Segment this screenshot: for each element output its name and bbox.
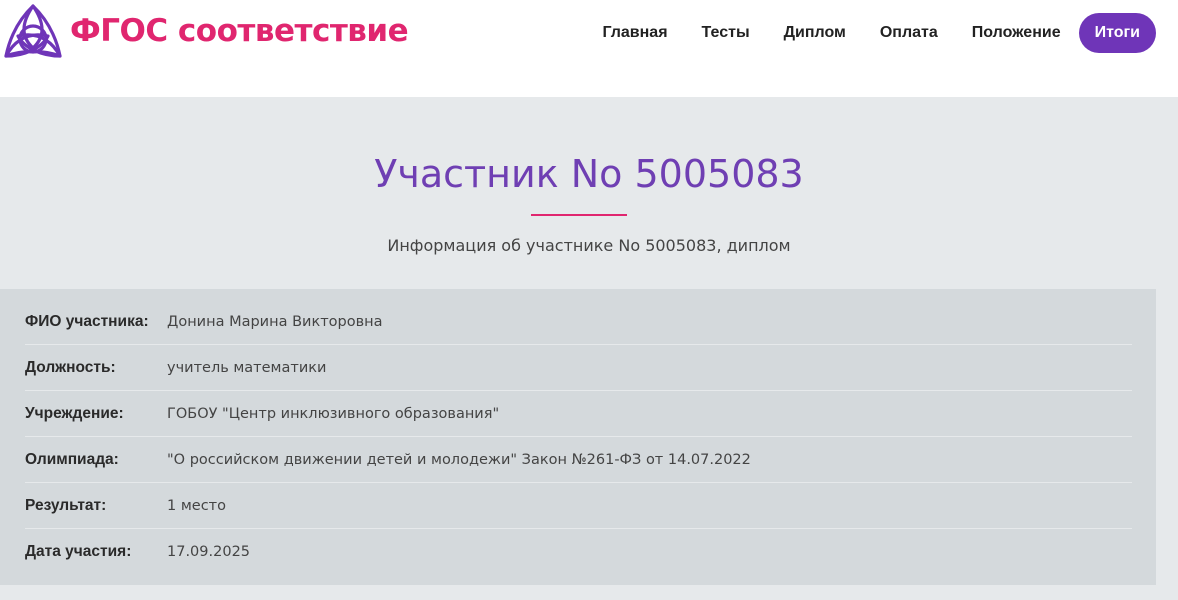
title-divider bbox=[531, 214, 627, 216]
detail-row-date: Дата участия: 17.09.2025 bbox=[25, 529, 1132, 575]
detail-label: ФИО участника: bbox=[25, 312, 149, 330]
page-title: Участник No 5005083 bbox=[374, 152, 804, 196]
detail-value: учитель математики bbox=[167, 359, 327, 376]
main-nav: Главная Тесты Диплом Оплата Положение Ит… bbox=[585, 13, 1156, 53]
detail-label: Должность: bbox=[25, 358, 116, 376]
nav-item-results[interactable]: Итоги bbox=[1078, 13, 1156, 53]
detail-value: ГОБОУ "Центр инклюзивного образования" bbox=[167, 405, 500, 422]
detail-label: Результат: bbox=[25, 496, 107, 514]
detail-label: Дата участия: bbox=[25, 543, 132, 560]
detail-row-name: ФИО участника: Донина Марина Викторовна bbox=[25, 299, 1132, 345]
detail-value: Донина Марина Викторовна bbox=[167, 313, 383, 330]
detail-row-olympiad: Олимпиада: "О российском движении детей … bbox=[25, 437, 1132, 483]
nav-item-regulations[interactable]: Положение bbox=[955, 13, 1078, 53]
nav-item-diploma[interactable]: Диплом bbox=[767, 13, 863, 53]
detail-row-position: Должность: учитель математики bbox=[25, 345, 1132, 391]
site-logo[interactable]: ФГОС соответствие bbox=[2, 2, 409, 60]
detail-value: "О российском движении детей и молодежи"… bbox=[167, 451, 751, 468]
nav-item-home[interactable]: Главная bbox=[585, 13, 684, 53]
logo-text: ФГОС соответствие bbox=[70, 13, 409, 49]
participant-details-table: ФИО участника: Донина Марина Викторовна … bbox=[0, 289, 1156, 585]
trinity-knot-logo-icon bbox=[4, 4, 62, 58]
detail-value: 1 место bbox=[167, 497, 226, 514]
nav-item-payment[interactable]: Оплата bbox=[863, 13, 955, 53]
detail-value: 17.09.2025 bbox=[167, 544, 251, 560]
detail-row-institution: Учреждение: ГОБОУ "Центр инклюзивного об… bbox=[25, 391, 1132, 437]
nav-item-tests[interactable]: Тесты bbox=[685, 13, 767, 53]
detail-label: Учреждение: bbox=[25, 404, 124, 422]
page-subtitle: Информация об участнике No 5005083, дипл… bbox=[387, 236, 791, 255]
detail-row-result: Результат: 1 место bbox=[25, 483, 1132, 529]
detail-label: Олимпиада: bbox=[25, 450, 119, 468]
site-header: ФГОС соответствие Главная Тесты Диплом О… bbox=[0, 0, 1178, 97]
